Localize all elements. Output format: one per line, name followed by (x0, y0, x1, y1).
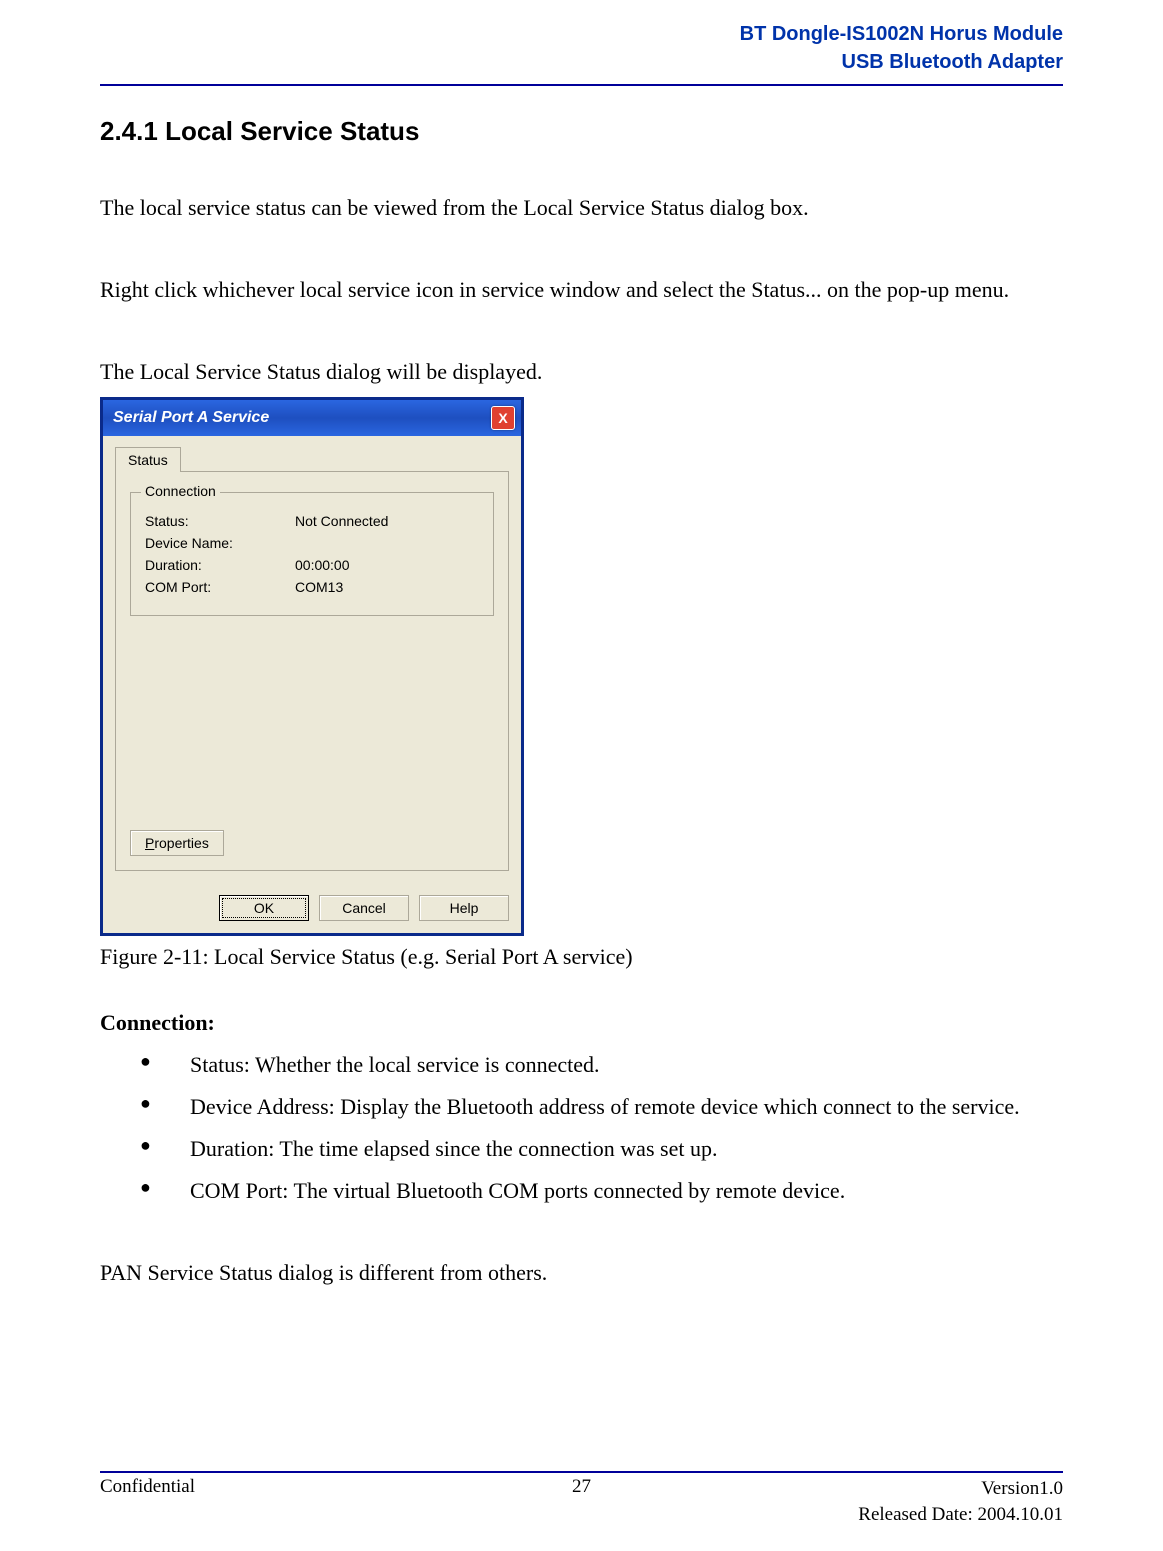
properties-accelerator: P (145, 835, 154, 851)
status-value: Not Connected (295, 513, 388, 529)
list-item: Device Address: Display the Bluetooth ad… (140, 1086, 1063, 1128)
row-status: Status: Not Connected (145, 513, 479, 529)
tab-panel: Connection Status: Not Connected Device … (115, 471, 509, 871)
close-button[interactable]: X (491, 406, 515, 430)
connection-heading: Connection: (100, 1010, 1063, 1036)
row-duration: Duration: 00:00:00 (145, 557, 479, 573)
section-number: 2.4.1 (100, 116, 158, 146)
groupbox-legend: Connection (141, 483, 220, 499)
list-item: COM Port: The virtual Bluetooth COM port… (140, 1170, 1063, 1212)
header-rule (100, 84, 1063, 86)
comport-value: COM13 (295, 579, 343, 595)
bullet-list: Status: Whether the local service is con… (140, 1044, 1063, 1211)
dialog-buttons: OK Cancel Help (103, 883, 521, 933)
comport-label: COM Port: (145, 579, 295, 595)
device-label: Device Name: (145, 535, 295, 551)
header-line-2: USB Bluetooth Adapter (100, 48, 1063, 76)
duration-label: Duration: (145, 557, 295, 573)
dialog-window: Serial Port A Service X Status Connectio… (100, 397, 524, 936)
dialog-body: Status Connection Status: Not Connected … (103, 436, 521, 883)
cancel-label: Cancel (342, 900, 386, 916)
footer-page-number: 27 (100, 1476, 1063, 1498)
footer-rule (100, 1471, 1063, 1473)
cancel-button[interactable]: Cancel (319, 895, 409, 921)
status-label: Status: (145, 513, 295, 529)
help-label: Help (450, 900, 479, 916)
row-device: Device Name: (145, 535, 479, 551)
page-header: BT Dongle-IS1002N Horus Module USB Bluet… (100, 0, 1063, 84)
properties-rest: roperties (154, 835, 208, 851)
groupbox-connection: Connection Status: Not Connected Device … (130, 492, 494, 616)
list-item: Status: Whether the local service is con… (140, 1044, 1063, 1086)
duration-value: 00:00:00 (295, 557, 350, 573)
page-footer: Confidential 27 Version1.0 Released Date… (100, 1476, 1063, 1529)
tab-label: Status (128, 452, 168, 468)
paragraph-2: Right click whichever local service icon… (100, 269, 1063, 311)
footer-date: Released Date: 2004.10.01 (858, 1502, 1063, 1529)
section-title: Local Service Status (165, 116, 419, 146)
close-icon: X (498, 410, 507, 426)
row-comport: COM Port: COM13 (145, 579, 479, 595)
help-button[interactable]: Help (419, 895, 509, 921)
section-heading: 2.4.1 Local Service Status (100, 116, 1063, 147)
paragraph-4: PAN Service Status dialog is different f… (100, 1252, 1063, 1294)
dialog-titlebar[interactable]: Serial Port A Service X (103, 400, 521, 436)
list-item: Duration: The time elapsed since the con… (140, 1128, 1063, 1170)
header-line-1: BT Dongle-IS1002N Horus Module (100, 20, 1063, 48)
ok-label: OK (254, 900, 274, 916)
tab-status[interactable]: Status (115, 447, 181, 472)
paragraph-1: The local service status can be viewed f… (100, 187, 1063, 229)
dialog-title: Serial Port A Service (113, 409, 269, 427)
paragraph-3: The Local Service Status dialog will be … (100, 351, 1063, 393)
figure-caption: Figure 2-11: Local Service Status (e.g. … (100, 944, 1063, 970)
ok-button[interactable]: OK (219, 895, 309, 921)
properties-button[interactable]: Properties (130, 830, 224, 856)
